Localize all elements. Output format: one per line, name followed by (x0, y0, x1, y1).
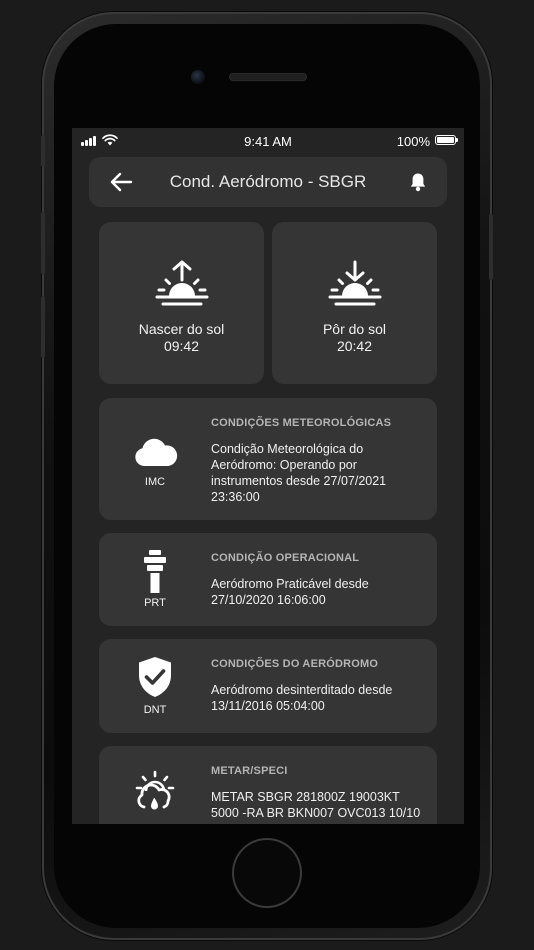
earpiece-speaker (229, 73, 307, 81)
condition-code: PRT (144, 597, 166, 609)
card-title: CONDIÇÕES METEOROLÓGICAS (211, 417, 392, 429)
shield-check-icon (139, 657, 171, 697)
sunrise-time: 09:42 (163, 338, 200, 354)
top-app-bar: Cond. Aeródromo - SBGR (89, 157, 447, 207)
card-text: Aeródromo desinterditado desde 13/11/201… (211, 683, 393, 713)
mute-switch (41, 135, 45, 167)
card-text: METAR SBGR 281800Z 19003KT 5000 -RA BR B… (211, 790, 421, 824)
sunset-label: Pôr do sol (322, 321, 387, 337)
card-title: CONDIÇÕES DO AERÓDROMO (211, 658, 379, 670)
condition-code: IMC (144, 476, 166, 488)
battery-icon (435, 135, 458, 145)
metar-speci-card[interactable]: METAR/SPECI METAR SBGR 281800Z 19003KT 5… (99, 746, 437, 824)
volume-up-button (41, 212, 45, 274)
sunrise-card: Nascer do sol 09:42 (99, 222, 264, 384)
power-button (489, 214, 493, 280)
control-tower-icon (144, 550, 166, 593)
operational-condition-card[interactable]: PRT CONDIÇÃO OPERACIONAL Aeródromo Prati… (99, 533, 437, 626)
condition-code: DNT (143, 704, 167, 716)
home-button[interactable] (234, 840, 300, 906)
sunset-time: 20:42 (336, 338, 373, 354)
battery-percentage: 100% (396, 134, 430, 149)
cloud-icon (135, 438, 178, 466)
back-arrow-icon[interactable] (109, 171, 133, 193)
bell-icon[interactable] (407, 171, 429, 193)
meteorological-conditions-card[interactable]: IMC CONDIÇÕES METEOROLÓGICAS Condição Me… (99, 398, 437, 520)
front-camera (191, 70, 205, 84)
sunset-card: Pôr do sol 20:42 (272, 222, 437, 384)
page-title: Cond. Aeródromo - SBGR (169, 172, 367, 191)
status-bar: 9:41 AM 100% (72, 128, 464, 154)
sunset-icon (328, 260, 382, 306)
sunrise-icon (155, 260, 209, 306)
weather-storm-icon (135, 770, 175, 810)
sunrise-label: Nascer do sol (138, 321, 225, 337)
card-text: Aeródromo Praticável desde 27/10/2020 16… (211, 577, 369, 607)
volume-down-button (41, 296, 45, 358)
card-title: CONDIÇÃO OPERACIONAL (211, 552, 360, 564)
card-title: METAR/SPECI (211, 765, 288, 777)
aerodrome-conditions-card[interactable]: DNT CONDIÇÕES DO AERÓDROMO Aeródromo des… (99, 639, 437, 733)
card-text: Condição Meteorológica do Aeródromo: Ope… (211, 442, 387, 504)
app-screen: 9:41 AM 100% Cond. Aeródromo - SBGR Nasc… (72, 128, 464, 824)
